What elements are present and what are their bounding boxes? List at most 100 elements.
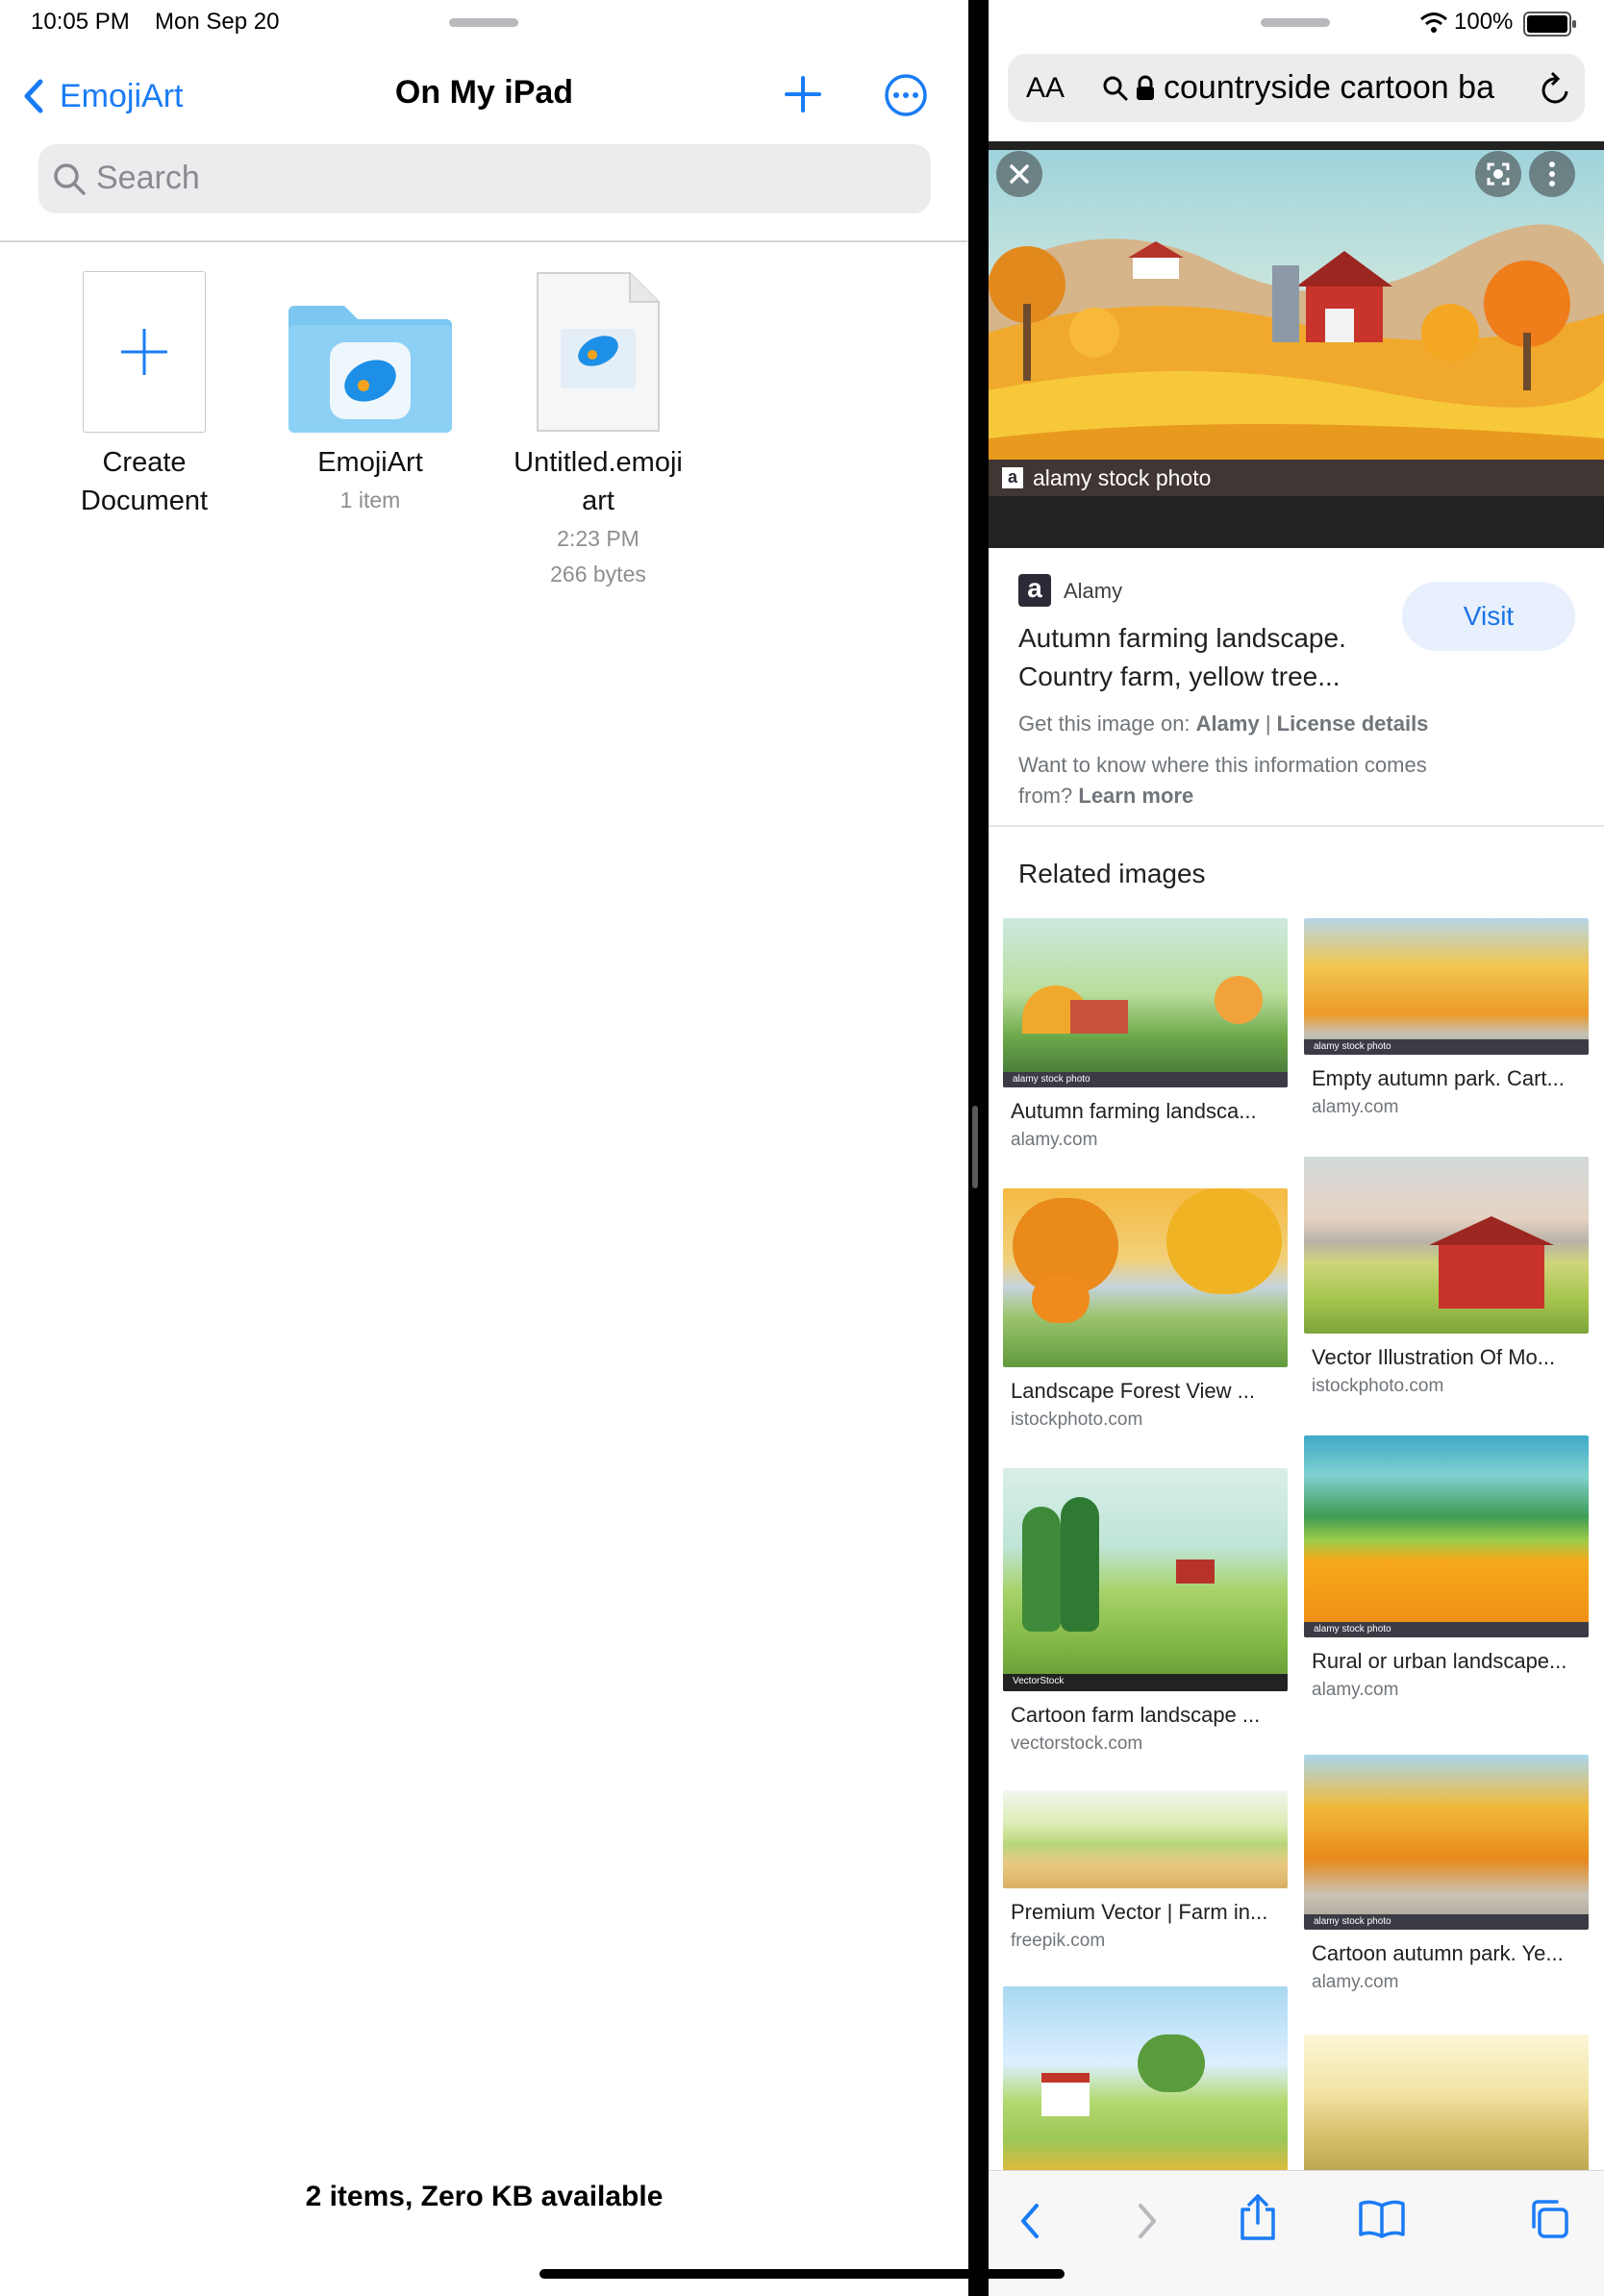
- plus-icon: [121, 329, 167, 375]
- create-document-label: Create Document: [80, 447, 209, 516]
- alamy-logo-icon: a: [1002, 467, 1023, 488]
- lens-button[interactable]: [1475, 151, 1521, 197]
- related-source: alamy.com: [1312, 1972, 1399, 1992]
- lens-icon: [1487, 162, 1510, 186]
- plus-icon: [785, 76, 821, 112]
- folder-icon: [288, 306, 452, 433]
- related-item[interactable]: alamy stock photo Cartoon autumn park. Y…: [1304, 1755, 1589, 1993]
- related-thumbnail: [1003, 1188, 1288, 1367]
- reader-aa-button[interactable]: AA: [1026, 72, 1065, 105]
- related-thumbnail: alamy stock photo: [1304, 918, 1589, 1055]
- related-heading: Related images: [1018, 859, 1206, 888]
- untitled-document-label: Untitled.emoji art: [514, 447, 683, 516]
- divider-handle[interactable]: [972, 1106, 978, 1188]
- reload-icon[interactable]: [1539, 70, 1573, 107]
- watermark-bar: a alamy stock photo: [989, 460, 1604, 496]
- emojiart-folder[interactable]: [288, 302, 452, 437]
- share-icon[interactable]: [1237, 2192, 1279, 2242]
- related-source: istockphoto.com: [1312, 1376, 1444, 1396]
- back-arrow-icon[interactable]: [1015, 2200, 1044, 2242]
- related-item[interactable]: alamy stock photo Autumn farming landsca…: [1003, 918, 1288, 1151]
- related-thumbnail: [1304, 1157, 1589, 1334]
- multitasking-handle[interactable]: [449, 18, 518, 27]
- section-divider: [989, 825, 1604, 827]
- source-name: Alamy: [1064, 579, 1123, 603]
- related-thumbnail: alamy stock photo: [1304, 1755, 1589, 1930]
- hero-image[interactable]: [989, 150, 1604, 496]
- forward-arrow-icon[interactable]: [1133, 2200, 1162, 2242]
- untitled-document-time: 2:23 PM: [557, 526, 639, 551]
- thumbnail-watermark: VectorStock: [1003, 1674, 1288, 1691]
- related-thumbnail: alamy stock photo: [1304, 1435, 1589, 1637]
- safari-pane: 100% AA countryside cartoon ba a alamy s…: [989, 0, 1604, 2296]
- create-document-tile[interactable]: [83, 271, 206, 433]
- untitled-document-size: 266 bytes: [550, 562, 646, 586]
- related-title: Empty autumn park. Cart...: [1312, 1066, 1565, 1090]
- related-title: Vector Illustration Of Mo...: [1312, 1345, 1556, 1369]
- status-date: Mon Sep 20: [155, 9, 280, 35]
- related-title: Autumn farming landsca...: [1011, 1099, 1257, 1123]
- thumbnail-watermark: alamy stock photo: [1304, 1039, 1589, 1055]
- visit-button[interactable]: Visit: [1402, 582, 1575, 651]
- learn-more-link[interactable]: Learn more: [1078, 784, 1193, 808]
- related-thumbnail: [1003, 1790, 1288, 1888]
- related-thumbnail[interactable]: [1003, 1986, 1288, 2179]
- result-title[interactable]: Autumn farming landscape. Country farm, …: [1018, 619, 1384, 696]
- related-title: Cartoon autumn park. Ye...: [1312, 1941, 1564, 1965]
- safari-toolbar: [989, 2170, 1604, 2296]
- hero-image-frame: a alamy stock photo: [989, 141, 1604, 548]
- status-time: 10:05 PM: [31, 9, 130, 35]
- related-thumbnail: VectorStock: [1003, 1468, 1288, 1691]
- wifi-icon: [1420, 12, 1447, 33]
- emojiart-folder-count: 1 item: [339, 487, 401, 512]
- related-source: istockphoto.com: [1011, 1410, 1143, 1430]
- info-text: Want to know where this information come…: [1018, 753, 1427, 808]
- get-image-source-link[interactable]: Alamy: [1196, 711, 1260, 736]
- get-image-line: Get this image on: Alamy | License detai…: [1018, 711, 1429, 736]
- split-view-divider[interactable]: [968, 0, 989, 2296]
- home-indicator[interactable]: [539, 2269, 1065, 2279]
- files-pane: 10:05 PM Mon Sep 20 EmojiArt On My iPad …: [0, 0, 968, 2296]
- url-text: countryside cartoon ba: [1164, 69, 1494, 106]
- related-item[interactable]: Vector Illustration Of Mo... istockphoto…: [1304, 1157, 1589, 1397]
- related-item[interactable]: Premium Vector | Farm in... freepik.com: [1003, 1790, 1288, 1952]
- related-item[interactable]: alamy stock photo Empty autumn park. Car…: [1304, 918, 1589, 1118]
- related-source: vectorstock.com: [1011, 1734, 1143, 1754]
- thumbnail-watermark: alamy stock photo: [1304, 1622, 1589, 1637]
- page-title: On My iPad: [394, 74, 574, 111]
- related-item[interactable]: Landscape Forest View ... istockphoto.co…: [1003, 1188, 1288, 1431]
- more-button[interactable]: [884, 73, 928, 122]
- multitasking-handle[interactable]: [1261, 18, 1330, 27]
- related-item[interactable]: alamy stock photo Rural or urban landsca…: [1304, 1435, 1589, 1701]
- farm-landscape-illustration: [989, 224, 1604, 496]
- untitled-document[interactable]: [536, 271, 661, 437]
- related-title: Premium Vector | Farm in...: [1011, 1900, 1268, 1924]
- search-icon: [54, 163, 86, 195]
- document-icon: [537, 272, 660, 432]
- search-placeholder: Search: [96, 160, 200, 196]
- related-source: alamy.com: [1312, 1680, 1399, 1700]
- tabs-icon[interactable]: [1526, 2196, 1572, 2242]
- related-source: alamy.com: [1011, 1130, 1098, 1150]
- close-image-button[interactable]: [996, 151, 1042, 197]
- storage-footer: 2 items, Zero KB available: [305, 2181, 664, 2212]
- related-item[interactable]: VectorStock Cartoon farm landscape ... v…: [1003, 1468, 1288, 1755]
- license-details-link[interactable]: License details: [1277, 711, 1429, 736]
- search-field[interactable]: Search: [38, 144, 931, 213]
- bookmarks-icon[interactable]: [1357, 2198, 1407, 2240]
- header-divider: [0, 240, 968, 242]
- add-button[interactable]: [784, 75, 822, 118]
- image-menu-button[interactable]: [1529, 151, 1575, 197]
- address-bar[interactable]: AA countryside cartoon ba: [1008, 54, 1585, 122]
- lock-icon: [1137, 75, 1154, 100]
- related-title: Cartoon farm landscape ...: [1011, 1703, 1261, 1727]
- ellipsis-circle-icon: [885, 74, 927, 116]
- related-title: Rural or urban landscape...: [1312, 1649, 1567, 1673]
- watermark-text: alamy stock photo: [1033, 465, 1212, 490]
- battery-percent: 100%: [1454, 9, 1514, 35]
- emojiart-folder-label: EmojiArt: [317, 447, 423, 478]
- vertical-ellipsis-icon: [1549, 162, 1555, 187]
- related-source: alamy.com: [1312, 1097, 1399, 1117]
- thumbnail-watermark: alamy stock photo: [1304, 1914, 1589, 1930]
- related-thumbnail[interactable]: [1304, 2034, 1589, 2179]
